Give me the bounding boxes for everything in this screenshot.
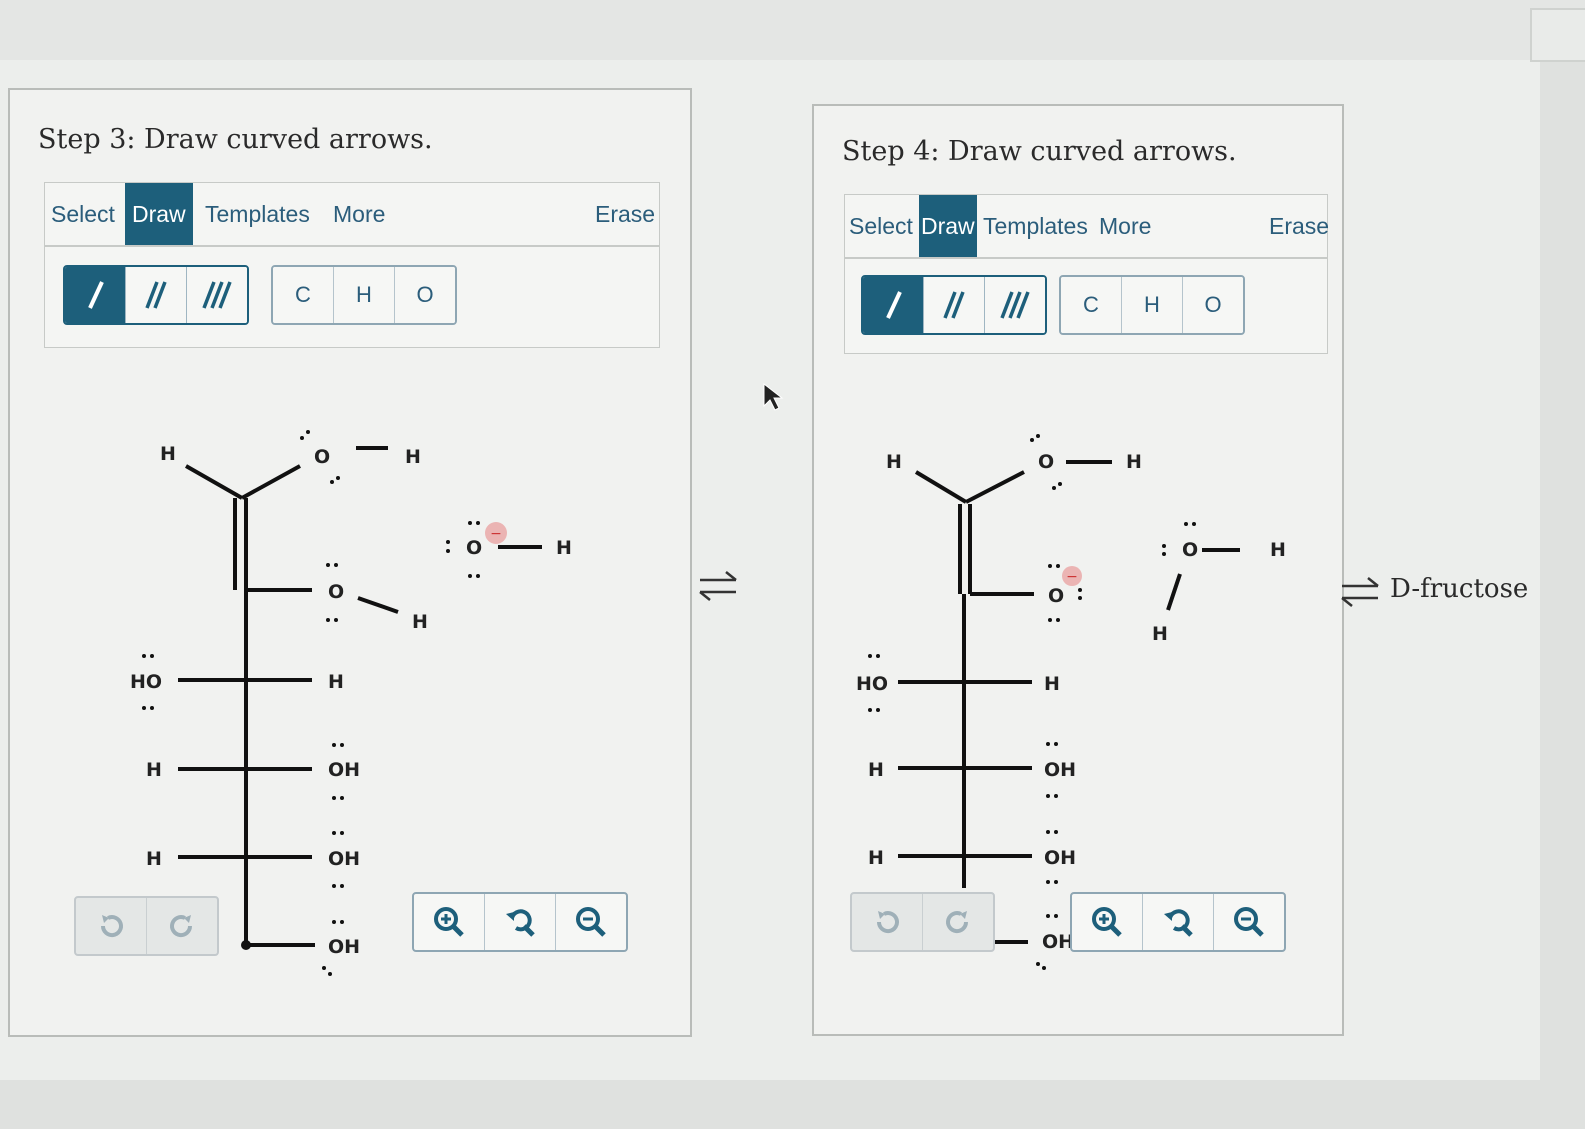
label-h-c5: H [146, 848, 162, 870]
label-o-top: O [314, 446, 330, 468]
negative-charge-icon: − [1066, 569, 1078, 585]
redo-icon [946, 911, 969, 934]
label-oh-c4: OH [1044, 759, 1076, 781]
label-h-c3: H [328, 671, 344, 693]
bond-c1-o [241, 464, 301, 500]
step4-panel: Step 4: Draw curved arrows. Select Draw … [812, 104, 1344, 1036]
bond-h-top [914, 470, 968, 504]
undo-icon [876, 911, 899, 934]
zoom-out-button[interactable] [1214, 894, 1284, 950]
label-h-c4: H [868, 759, 884, 781]
undo-icon [100, 915, 123, 938]
zoom-in-button[interactable] [1072, 894, 1143, 950]
label-h-c4: H [146, 759, 162, 781]
reset-zoom-icon [1164, 909, 1193, 937]
label-h-c5: H [868, 847, 884, 869]
label-oh-c5: OH [1044, 847, 1076, 869]
label-o-water: O [1182, 539, 1198, 561]
bond-c1-o [965, 470, 1025, 504]
zoom-in-button[interactable] [414, 894, 485, 950]
zoom-out-icon [576, 907, 606, 937]
product-label: D-fructose [1390, 574, 1529, 604]
label-oh-c5: OH [328, 848, 360, 870]
bond-water-h-bottom [1166, 573, 1182, 611]
step4-undo-redo [850, 892, 995, 952]
label-o-top: O [1038, 451, 1054, 473]
label-h-top: H [886, 451, 902, 473]
chain-end-dot [241, 940, 251, 950]
redo-button[interactable] [147, 898, 217, 954]
label-h-water-bottom: H [1152, 623, 1168, 645]
label-h-c3: H [1044, 673, 1060, 695]
label-h-top-right: H [405, 446, 421, 468]
reset-zoom-icon [506, 909, 535, 937]
label-o-ring: O [1048, 585, 1064, 607]
label-h-ring: H [412, 611, 428, 633]
label-oh-c4: OH [328, 759, 360, 781]
label-oh-c6: OH [328, 936, 360, 958]
label-o-hydroxide: O [466, 537, 482, 559]
label-h-top-right: H [1126, 451, 1142, 473]
label-h-hydroxide: H [556, 537, 572, 559]
bond-o-h-ring [357, 596, 399, 614]
undo-button[interactable] [852, 894, 923, 950]
zoom-out-icon [1234, 907, 1264, 937]
reset-zoom-button[interactable] [485, 894, 556, 950]
step3-zoom-controls [412, 892, 628, 952]
label-ho-c3: HO [130, 671, 162, 693]
step3-panel: Step 3: Draw curved arrows. Select Draw … [8, 88, 692, 1037]
redo-icon [170, 915, 193, 938]
step4-zoom-controls [1070, 892, 1286, 952]
zoom-out-button[interactable] [556, 894, 626, 950]
redo-button[interactable] [923, 894, 993, 950]
equilibrium-arrow-icon [699, 571, 737, 601]
reset-zoom-button[interactable] [1143, 894, 1214, 950]
label-ho-c3: HO [856, 673, 888, 695]
label-h-top: H [160, 443, 176, 465]
label-h-water-right: H [1270, 539, 1286, 561]
zoom-in-icon [434, 907, 464, 937]
corner-box [1530, 8, 1585, 62]
negative-charge-icon: − [490, 526, 502, 542]
undo-button[interactable] [76, 898, 147, 954]
lone-pair-dots [868, 434, 1196, 970]
top-bar [0, 0, 1585, 60]
mouse-cursor-icon [763, 382, 784, 411]
step3-undo-redo [74, 896, 219, 956]
zoom-in-icon [1092, 907, 1122, 937]
equilibrium-arrow-icon [1341, 577, 1379, 607]
bond-h-top [185, 464, 243, 500]
label-o-ring: O [328, 581, 344, 603]
